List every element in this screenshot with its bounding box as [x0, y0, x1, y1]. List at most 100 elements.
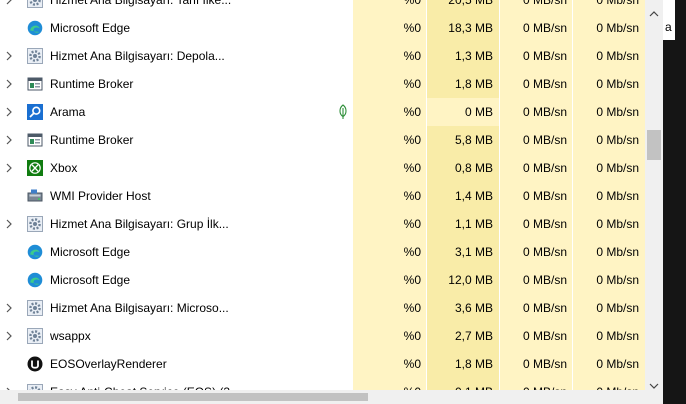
expand-chevron-icon[interactable]: [4, 330, 14, 342]
cpu-value: %0: [403, 329, 421, 343]
network-value: 0 Mb/sn: [596, 21, 639, 35]
network-value: 0 Mb/sn: [596, 217, 639, 231]
cpu-value: %0: [403, 189, 421, 203]
gear-icon: [27, 48, 43, 64]
process-row[interactable]: Xbox %0 0,8 MB 0 MB/sn 0 Mb/sn: [0, 154, 645, 182]
process-row[interactable]: WMI Provider Host %0 1,4 MB 0 MB/sn 0 Mb/sn: [0, 182, 645, 210]
process-row[interactable]: Hizmet Ana Bilgisayarı: Grup İlk... %0 1,1…: [0, 210, 645, 238]
disk-value: 0 MB/sn: [522, 245, 567, 259]
gear-icon: [27, 216, 43, 232]
process-table: Hizmet Ana Bilgisayarı: Tanı İlke... %0 20…: [0, 0, 645, 390]
cpu-value: %0: [403, 217, 421, 231]
expand-chevron-icon[interactable]: [4, 78, 14, 90]
process-name: Hizmet Ana Bilgisayarı: Grup İlk...: [50, 217, 229, 231]
network-value: 0 Mb/sn: [596, 161, 639, 175]
memory-value: 1,3 MB: [454, 49, 493, 63]
memory-value: 1,8 MB: [454, 357, 493, 371]
horizontal-scroll-thumb[interactable]: [18, 393, 368, 401]
expand-chevron-icon[interactable]: [4, 106, 14, 118]
memory-value: 5,8 MB: [454, 133, 493, 147]
gear-icon: [27, 300, 43, 316]
process-row[interactable]: Easy Anti-Cheat Service (EOS) (3...%00,1…: [0, 378, 645, 390]
process-name: EOSOverlayRenderer: [50, 357, 167, 371]
cpu-value: %0: [403, 161, 421, 175]
process-row[interactable]: EOSOverlayRenderer %0 1,8 MB 0 MB/sn 0 Mb/sn: [0, 350, 645, 378]
process-rows: Hizmet Ana Bilgisayarı: Tanı İlke... %0 20…: [0, 0, 645, 390]
expand-chevron-icon[interactable]: [4, 134, 14, 146]
cpu-value: %0: [403, 357, 421, 371]
process-row[interactable]: wsappx %0 2,7 MB 0 MB/sn 0 Mb/sn: [0, 322, 645, 350]
scroll-down-arrow-icon[interactable]: [649, 380, 659, 390]
gear-icon: [27, 0, 43, 8]
network-value: 0 Mb/sn: [596, 189, 639, 203]
network-value: 0 Mb/sn: [596, 301, 639, 315]
disk-value: 0 MB/sn: [522, 77, 567, 91]
process-row[interactable]: Runtime Broker %0 1,8 MB 0 MB/sn 0 Mb/sn: [0, 70, 645, 98]
process-row[interactable]: Arama %0 0 MB 0 MB/sn 0 Mb/sn: [0, 98, 645, 126]
process-row[interactable]: Hizmet Ana Bilgisayarı: Depola... %0 1,3 M…: [0, 42, 645, 70]
cpu-value: %0: [403, 0, 421, 7]
process-row[interactable]: Microsoft Edge %0 3,1 MB 0 MB/sn 0 Mb/sn: [0, 238, 645, 266]
network-value: 0 Mb/sn: [596, 105, 639, 119]
cpu-value: %0: [403, 273, 421, 287]
network-value: 0 Mb/sn: [596, 329, 639, 343]
expand-chevron-icon[interactable]: [4, 0, 14, 6]
horizontal-scrollbar[interactable]: [0, 390, 663, 404]
disk-value: 0 MB/sn: [522, 217, 567, 231]
network-value: 0 Mb/sn: [596, 273, 639, 287]
process-name: Hizmet Ana Bilgisayarı: Depola...: [50, 49, 225, 63]
network-value: 0 Mb/sn: [596, 49, 639, 63]
wmi-icon: [27, 188, 43, 204]
gear-icon: [27, 328, 43, 344]
network-value: 0 Mb/sn: [596, 0, 639, 7]
memory-value: 1,8 MB: [454, 77, 493, 91]
disk-value: 0 MB/sn: [522, 301, 567, 315]
memory-value: 2,7 MB: [454, 329, 493, 343]
process-row[interactable]: Microsoft Edge %0 12,0 MB 0 MB/sn 0 Mb/sn: [0, 266, 645, 294]
memory-value: 1,4 MB: [454, 189, 493, 203]
process-row[interactable]: Hizmet Ana Bilgisayarı: Tanı İlke... %0 20…: [0, 0, 645, 14]
cpu-value: %0: [403, 77, 421, 91]
process-row[interactable]: Runtime Broker %0 5,8 MB 0 MB/sn 0 Mb/sn: [0, 126, 645, 154]
disk-value: 0 MB/sn: [522, 161, 567, 175]
vertical-scroll-thumb[interactable]: [647, 130, 661, 160]
cpu-value: %0: [403, 105, 421, 119]
expand-chevron-icon[interactable]: [4, 218, 14, 230]
memory-value: 12,0 MB: [448, 273, 493, 287]
disk-value: 0 MB/sn: [522, 273, 567, 287]
vertical-scrollbar[interactable]: [645, 0, 663, 390]
eos-icon: [27, 356, 43, 372]
leaf-icon: [337, 104, 349, 120]
disk-value: 0 MB/sn: [522, 0, 567, 7]
process-name: Microsoft Edge: [50, 245, 131, 259]
disk-value: 0 MB/sn: [522, 189, 567, 203]
app-window-icon: [27, 76, 43, 92]
memory-value: 20,5 MB: [448, 0, 493, 7]
memory-value: 3,6 MB: [454, 301, 493, 315]
memory-value: 1,1 MB: [454, 217, 493, 231]
process-name: Microsoft Edge: [50, 21, 131, 35]
cpu-value: %0: [403, 301, 421, 315]
edge-icon: [27, 20, 43, 36]
process-row[interactable]: Microsoft Edge %0 18,3 MB 0 MB/sn 0 Mb/sn: [0, 14, 645, 42]
background-window-text: a: [665, 20, 672, 34]
background-window: a: [663, 0, 686, 404]
disk-value: 0 MB/sn: [522, 49, 567, 63]
process-row[interactable]: Hizmet Ana Bilgisayarı: Microso... %0 3,6 …: [0, 294, 645, 322]
network-value: 0 Mb/sn: [596, 133, 639, 147]
expand-chevron-icon[interactable]: [4, 50, 14, 62]
edge-icon: [27, 244, 43, 260]
expand-chevron-icon[interactable]: [4, 302, 14, 314]
process-name: Runtime Broker: [50, 77, 134, 91]
process-name: Runtime Broker: [50, 133, 134, 147]
app-window-icon: [27, 132, 43, 148]
disk-value: 0 MB/sn: [522, 133, 567, 147]
network-value: 0 Mb/sn: [596, 245, 639, 259]
memory-value: 18,3 MB: [448, 21, 493, 35]
search-icon: [27, 104, 43, 120]
process-name: Xbox: [50, 161, 78, 175]
process-name: Microsoft Edge: [50, 273, 131, 287]
scroll-up-arrow-icon[interactable]: [649, 8, 659, 18]
cpu-value: %0: [403, 49, 421, 63]
expand-chevron-icon[interactable]: [4, 162, 14, 174]
